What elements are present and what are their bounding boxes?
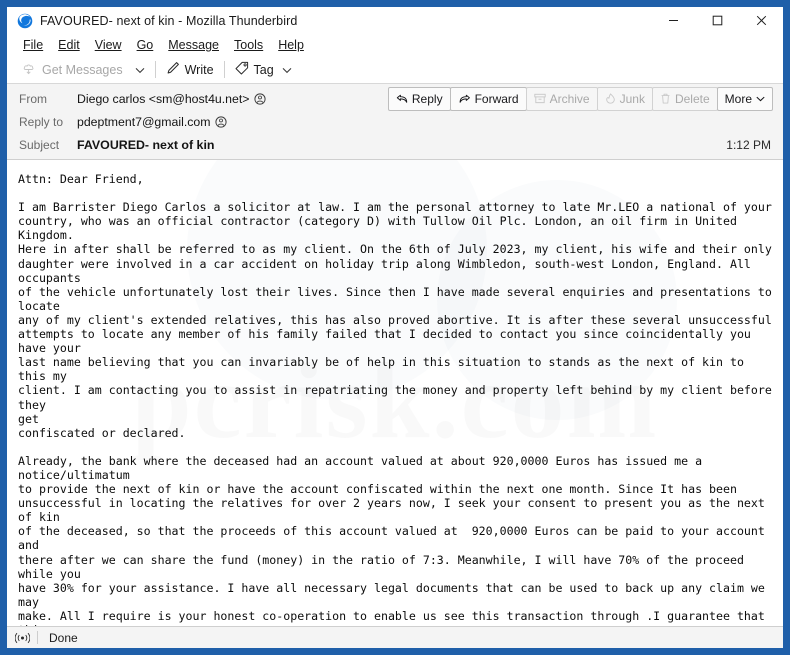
tag-label: Tag bbox=[253, 62, 274, 77]
tag-button[interactable]: Tag bbox=[229, 59, 298, 80]
more-button[interactable]: More bbox=[716, 86, 773, 111]
message-body-text: Attn: Dear Friend, I am Barrister Diego … bbox=[18, 172, 772, 626]
forward-button[interactable]: Forward bbox=[449, 86, 527, 111]
download-mail-icon bbox=[23, 61, 37, 78]
archive-box-icon bbox=[533, 93, 546, 104]
toolbar-divider-1 bbox=[154, 61, 156, 78]
menu-tools-label: Tools bbox=[234, 38, 264, 52]
title-bar: FAVOURED- next of kin - Mozilla Thunderb… bbox=[7, 7, 783, 34]
close-icon[interactable] bbox=[739, 7, 783, 34]
menu-message[interactable]: Message bbox=[161, 37, 227, 53]
reply-button[interactable]: Reply bbox=[387, 86, 451, 111]
delete-button[interactable]: Delete bbox=[651, 86, 718, 111]
reply-arrow-icon bbox=[396, 93, 408, 104]
junk-button[interactable]: Junk bbox=[596, 86, 653, 111]
reply-to-label: Reply to bbox=[19, 114, 64, 129]
menu-go-label: Go bbox=[136, 38, 154, 52]
trash-icon bbox=[660, 93, 671, 104]
menu-edit-label: Edit bbox=[58, 38, 80, 52]
delete-label: Delete bbox=[674, 91, 710, 106]
maximize-icon[interactable] bbox=[695, 7, 739, 34]
menu-message-label: Message bbox=[168, 38, 219, 52]
menu-view[interactable]: View bbox=[88, 37, 130, 53]
menu-go[interactable]: Go bbox=[130, 37, 162, 53]
message-timestamp: 1:12 PM bbox=[726, 137, 771, 152]
message-body-pane[interactable]: pcrisk.com Attn: Dear Friend, I am Barri… bbox=[7, 160, 783, 626]
toolbar-divider-2 bbox=[223, 61, 225, 78]
menu-tools[interactable]: Tools bbox=[227, 37, 271, 53]
reply-label: Reply bbox=[411, 91, 443, 106]
thunderbird-logo-icon bbox=[17, 13, 33, 29]
menu-view-label: View bbox=[94, 38, 122, 52]
menu-help[interactable]: Help bbox=[271, 37, 312, 53]
more-label: More bbox=[724, 91, 752, 106]
from-value[interactable]: Diego carlos <sm@host4u.net> bbox=[77, 92, 249, 106]
subject-value: FAVOURED- next of kin bbox=[77, 137, 215, 152]
add-contact-icon[interactable] bbox=[254, 92, 267, 105]
message-header: From Diego carlos <sm@host4u.net> Reply … bbox=[7, 84, 783, 160]
write-button[interactable]: Write bbox=[160, 59, 220, 80]
archive-label: Archive bbox=[549, 91, 590, 106]
get-messages-button[interactable]: Get Messages bbox=[17, 59, 129, 80]
online-status-icon[interactable] bbox=[7, 632, 37, 644]
minimize-icon[interactable] bbox=[651, 7, 695, 34]
menu-file-label: File bbox=[23, 38, 44, 52]
subject-row: Subject FAVOURED- next of kin 1:12 PM bbox=[7, 133, 783, 156]
archive-button[interactable]: Archive bbox=[525, 86, 598, 111]
pencil-icon bbox=[166, 61, 180, 78]
window-title: FAVOURED- next of kin - Mozilla Thunderb… bbox=[40, 13, 298, 28]
main-toolbar: Get Messages Write Tag bbox=[7, 56, 783, 84]
menu-edit[interactable]: Edit bbox=[51, 37, 88, 53]
menu-help-label: Help bbox=[278, 38, 304, 52]
chevron-down-icon bbox=[282, 63, 292, 77]
flame-icon bbox=[605, 93, 616, 104]
window-content: FAVOURED- next of kin - Mozilla Thunderb… bbox=[7, 7, 783, 648]
junk-label: Junk bbox=[619, 91, 645, 106]
forward-arrow-icon bbox=[458, 93, 471, 104]
get-messages-dropdown[interactable] bbox=[129, 59, 151, 81]
add-contact-icon[interactable] bbox=[215, 115, 228, 128]
status-message: Done bbox=[49, 630, 78, 645]
message-action-buttons: Reply Forward Archive Junk Delete More bbox=[387, 86, 773, 111]
forward-label: Forward bbox=[474, 91, 519, 106]
get-messages-label: Get Messages bbox=[42, 62, 123, 77]
write-label: Write bbox=[184, 62, 214, 77]
chevron-down-icon bbox=[135, 61, 145, 79]
menu-bar: File Edit View Go Message Tools Help bbox=[7, 34, 783, 56]
thunderbird-window: FAVOURED- next of kin - Mozilla Thunderb… bbox=[0, 0, 790, 655]
from-label: From bbox=[19, 91, 47, 106]
subject-label: Subject bbox=[19, 137, 60, 152]
status-bar: Done bbox=[7, 626, 783, 648]
reply-to-row: Reply to pdeptment7@gmail.com bbox=[7, 110, 783, 133]
from-row: From Diego carlos <sm@host4u.net> Reply … bbox=[7, 86, 783, 111]
tag-icon bbox=[235, 61, 249, 78]
chevron-down-icon bbox=[756, 96, 765, 102]
menu-file[interactable]: File bbox=[16, 37, 51, 53]
window-controls bbox=[651, 7, 783, 34]
reply-to-value[interactable]: pdeptment7@gmail.com bbox=[77, 115, 210, 129]
